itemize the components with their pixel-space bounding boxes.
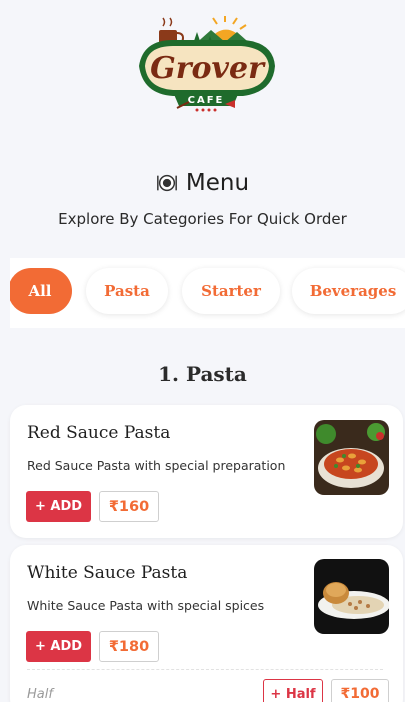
variant-divider	[27, 669, 383, 670]
add-button[interactable]: + ADD	[26, 631, 91, 662]
item-price: ₹180	[99, 631, 159, 662]
page-title-text: Menu	[185, 170, 250, 196]
add-half-button[interactable]: + Half	[263, 679, 323, 702]
item-name: Red Sauce Pasta	[27, 423, 171, 443]
section-title: 1. Pasta	[158, 362, 247, 386]
item-description: Red Sauce Pasta with special preparation	[27, 458, 286, 473]
item-name: White Sauce Pasta	[27, 563, 188, 583]
category-tab-beverages[interactable]: Beverages	[292, 268, 405, 314]
item-price: ₹160	[99, 491, 159, 522]
page-subtitle: Explore By Categories For Quick Order	[58, 210, 347, 228]
menu-item-card: Red Sauce Pasta Red Sauce Pasta with spe…	[10, 405, 403, 538]
white-sauce-pasta-image	[314, 559, 389, 634]
category-tab-pasta[interactable]: Pasta	[86, 268, 168, 314]
variant-label: Half	[27, 687, 53, 702]
brand-logo: Grover CAFE	[133, 16, 279, 112]
page-title: Menu	[0, 170, 405, 196]
variant-price: ₹100	[331, 679, 389, 702]
plate-cutlery-icon	[157, 174, 177, 192]
category-tab-starter[interactable]: Starter	[182, 268, 280, 314]
svg-text:Grover: Grover	[150, 51, 266, 86]
menu-item-card: White Sauce Pasta White Sauce Pasta with…	[10, 545, 403, 702]
red-sauce-pasta-image	[314, 420, 389, 495]
category-tabs[interactable]: All Pasta Starter Beverages	[10, 258, 405, 328]
category-tab-all[interactable]: All	[10, 268, 72, 314]
item-description: White Sauce Pasta with special spices	[27, 598, 265, 613]
add-button[interactable]: + ADD	[26, 491, 91, 522]
svg-text:CAFE: CAFE	[188, 95, 225, 106]
